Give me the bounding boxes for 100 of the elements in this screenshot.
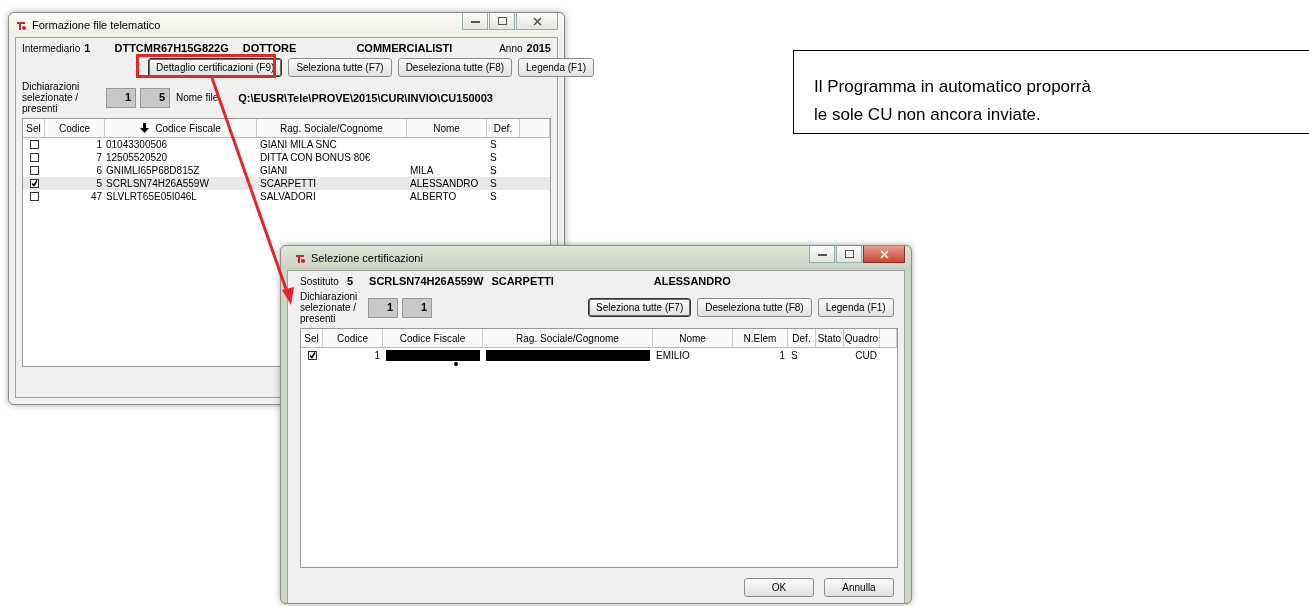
maximize-button[interactable] (489, 13, 515, 30)
surname-value: DOTTORE (242, 42, 297, 54)
table-row[interactable]: 1 EMILIO 1 S CUD (301, 348, 897, 362)
count-field: 1 (106, 87, 136, 108)
table-cell: SCRLSN74H26A559W (106, 178, 209, 189)
name-value: COMMERCIALISTI (356, 42, 453, 54)
column-header[interactable]: Rag. Sociale/Cognome (516, 332, 619, 344)
checkbox[interactable] (29, 140, 39, 149)
checkbox[interactable] (29, 192, 39, 201)
checkbox[interactable] (29, 166, 39, 175)
toolbar-button[interactable]: Deseleziona tutte (F8) (697, 298, 812, 317)
window-title: Selezione certificazioni (311, 252, 424, 264)
year-value: 2015 (526, 42, 551, 54)
table-cell: SALVADORI (260, 191, 316, 202)
table-cell: GNIMLI65P68D815Z (106, 165, 200, 176)
close-button[interactable] (516, 13, 558, 30)
minimize-button[interactable] (809, 246, 835, 263)
toolbar-button[interactable]: Legenda (F1) (817, 298, 894, 317)
count-field: 5 (140, 87, 170, 108)
table-cell: SCARPETTI (260, 178, 317, 189)
count-field: 1 (368, 297, 398, 318)
maximize-button[interactable] (836, 246, 862, 263)
column-header[interactable]: Codice (58, 122, 91, 134)
table-cell: EMILIO (656, 349, 690, 361)
table-cell: ALBERTO (410, 191, 457, 202)
maximize-icon (844, 250, 854, 258)
column-header[interactable]: Codice (336, 332, 369, 344)
app-logo-icon (15, 19, 27, 31)
minimize-icon (470, 19, 480, 23)
column-header[interactable]: Codice Fiscale (155, 122, 221, 134)
table-cell: 12505520520 (106, 152, 168, 163)
window-title: Formazione file telematico (32, 19, 162, 31)
table-cell: 1 (374, 349, 380, 361)
substitute-number: 5 (346, 275, 354, 287)
column-header[interactable]: Quadro (844, 332, 879, 344)
column-header[interactable]: Def. (493, 122, 513, 134)
checkbox[interactable] (307, 350, 317, 360)
column-header[interactable]: Stato (817, 332, 842, 344)
checkbox[interactable] (29, 153, 39, 162)
field-label: Sostituto (300, 275, 339, 287)
close-icon (879, 249, 889, 259)
table-cell: S (791, 349, 798, 361)
column-header[interactable]: Sel (26, 122, 41, 134)
toolbar-button[interactable]: Deseleziona tutte (F8) (397, 58, 513, 77)
table-row[interactable]: 7 12505520520 DITTA CON BONUS 80€ S (23, 151, 550, 164)
close-button[interactable] (863, 246, 905, 263)
table-row[interactable]: 1 01043300506 GIANI MILA SNC S (23, 138, 550, 151)
tax-code: SCRLSN74H26A559W (369, 275, 484, 287)
toolbar-button[interactable]: Legenda (F1) (518, 58, 595, 77)
field-label: Dichiarazioni selezionate / presenti (300, 291, 359, 324)
table-cell: 47 (90, 191, 102, 202)
close-icon (532, 16, 542, 26)
field-label: Intermediario (22, 42, 81, 54)
column-header[interactable]: Nome (433, 122, 460, 134)
table-cell: S (490, 152, 497, 163)
table-cell: DITTA CON BONUS 80€ (260, 152, 371, 163)
count-field: 1 (402, 297, 432, 318)
column-header[interactable]: Rag. Sociale/Cognome (280, 122, 383, 134)
file-path: Q:\EUSR\Tele\PROVE\2015\CUR\INVIO\CU150003 (238, 91, 493, 104)
table-cell: GIANI (260, 165, 288, 176)
table-cell: CUD (855, 349, 877, 361)
column-header[interactable]: N.Elem (743, 332, 777, 344)
table-cell: GIANI MILA SNC (260, 139, 337, 150)
table-cell: 6 (96, 165, 102, 176)
table-cell: 01043300506 (106, 139, 168, 150)
column-header[interactable]: Codice Fiscale (399, 332, 466, 344)
field-label: Nome file (176, 92, 219, 103)
table-cell: 5 (96, 178, 102, 189)
column-header[interactable]: Sel (304, 332, 319, 344)
name-value: ALESSANDRO (653, 275, 731, 287)
checkbox[interactable] (29, 179, 39, 188)
dialog-button[interactable]: OK (744, 578, 814, 597)
table-cell: 1 (96, 139, 102, 150)
table-cell: SLVLRT65E05I046L (106, 191, 197, 202)
table-cell: ALESSANDRO (410, 178, 479, 189)
table-row[interactable]: 6 GNIMLI65P68D815Z GIANI MILA S (23, 164, 550, 177)
app-logo-icon (294, 252, 306, 264)
column-header[interactable]: Def. (792, 332, 811, 344)
table-cell: S (490, 139, 497, 150)
table-cell: 7 (96, 152, 102, 163)
toolbar-button[interactable]: Seleziona tutte (F7) (588, 298, 692, 317)
field-label: Anno (499, 42, 523, 54)
column-header[interactable]: Nome (679, 332, 706, 344)
tax-code: DTTCMR67H15G822G (114, 42, 229, 54)
table-row[interactable]: 5 SCRLSN74H26A559W SCARPETTI ALESSANDRO S (23, 177, 550, 190)
dot-mark (454, 362, 458, 366)
toolbar-button[interactable]: Seleziona tutte (F7) (288, 58, 392, 77)
callout-note: Il Programma in automatico proporrà le sole CU non ancora inviate. (793, 50, 1309, 134)
table-cell: MILA (410, 165, 434, 176)
dialog-button[interactable]: Annulla (824, 578, 894, 597)
minimize-button[interactable] (462, 13, 488, 30)
table-cell: S (490, 178, 497, 189)
table-cell: S (490, 165, 497, 176)
table-cell: 1 (779, 349, 785, 361)
intermediary-number: 1 (84, 42, 91, 54)
table-cell: S (490, 191, 497, 202)
surname-value: SCARPETTI (491, 275, 554, 287)
minimize-icon (817, 252, 827, 256)
field-label: Dichiarazioni selezionate / presenti (22, 81, 81, 114)
table-row[interactable]: 47 SLVLRT65E05I046L SALVADORI ALBERTO S (23, 190, 550, 203)
